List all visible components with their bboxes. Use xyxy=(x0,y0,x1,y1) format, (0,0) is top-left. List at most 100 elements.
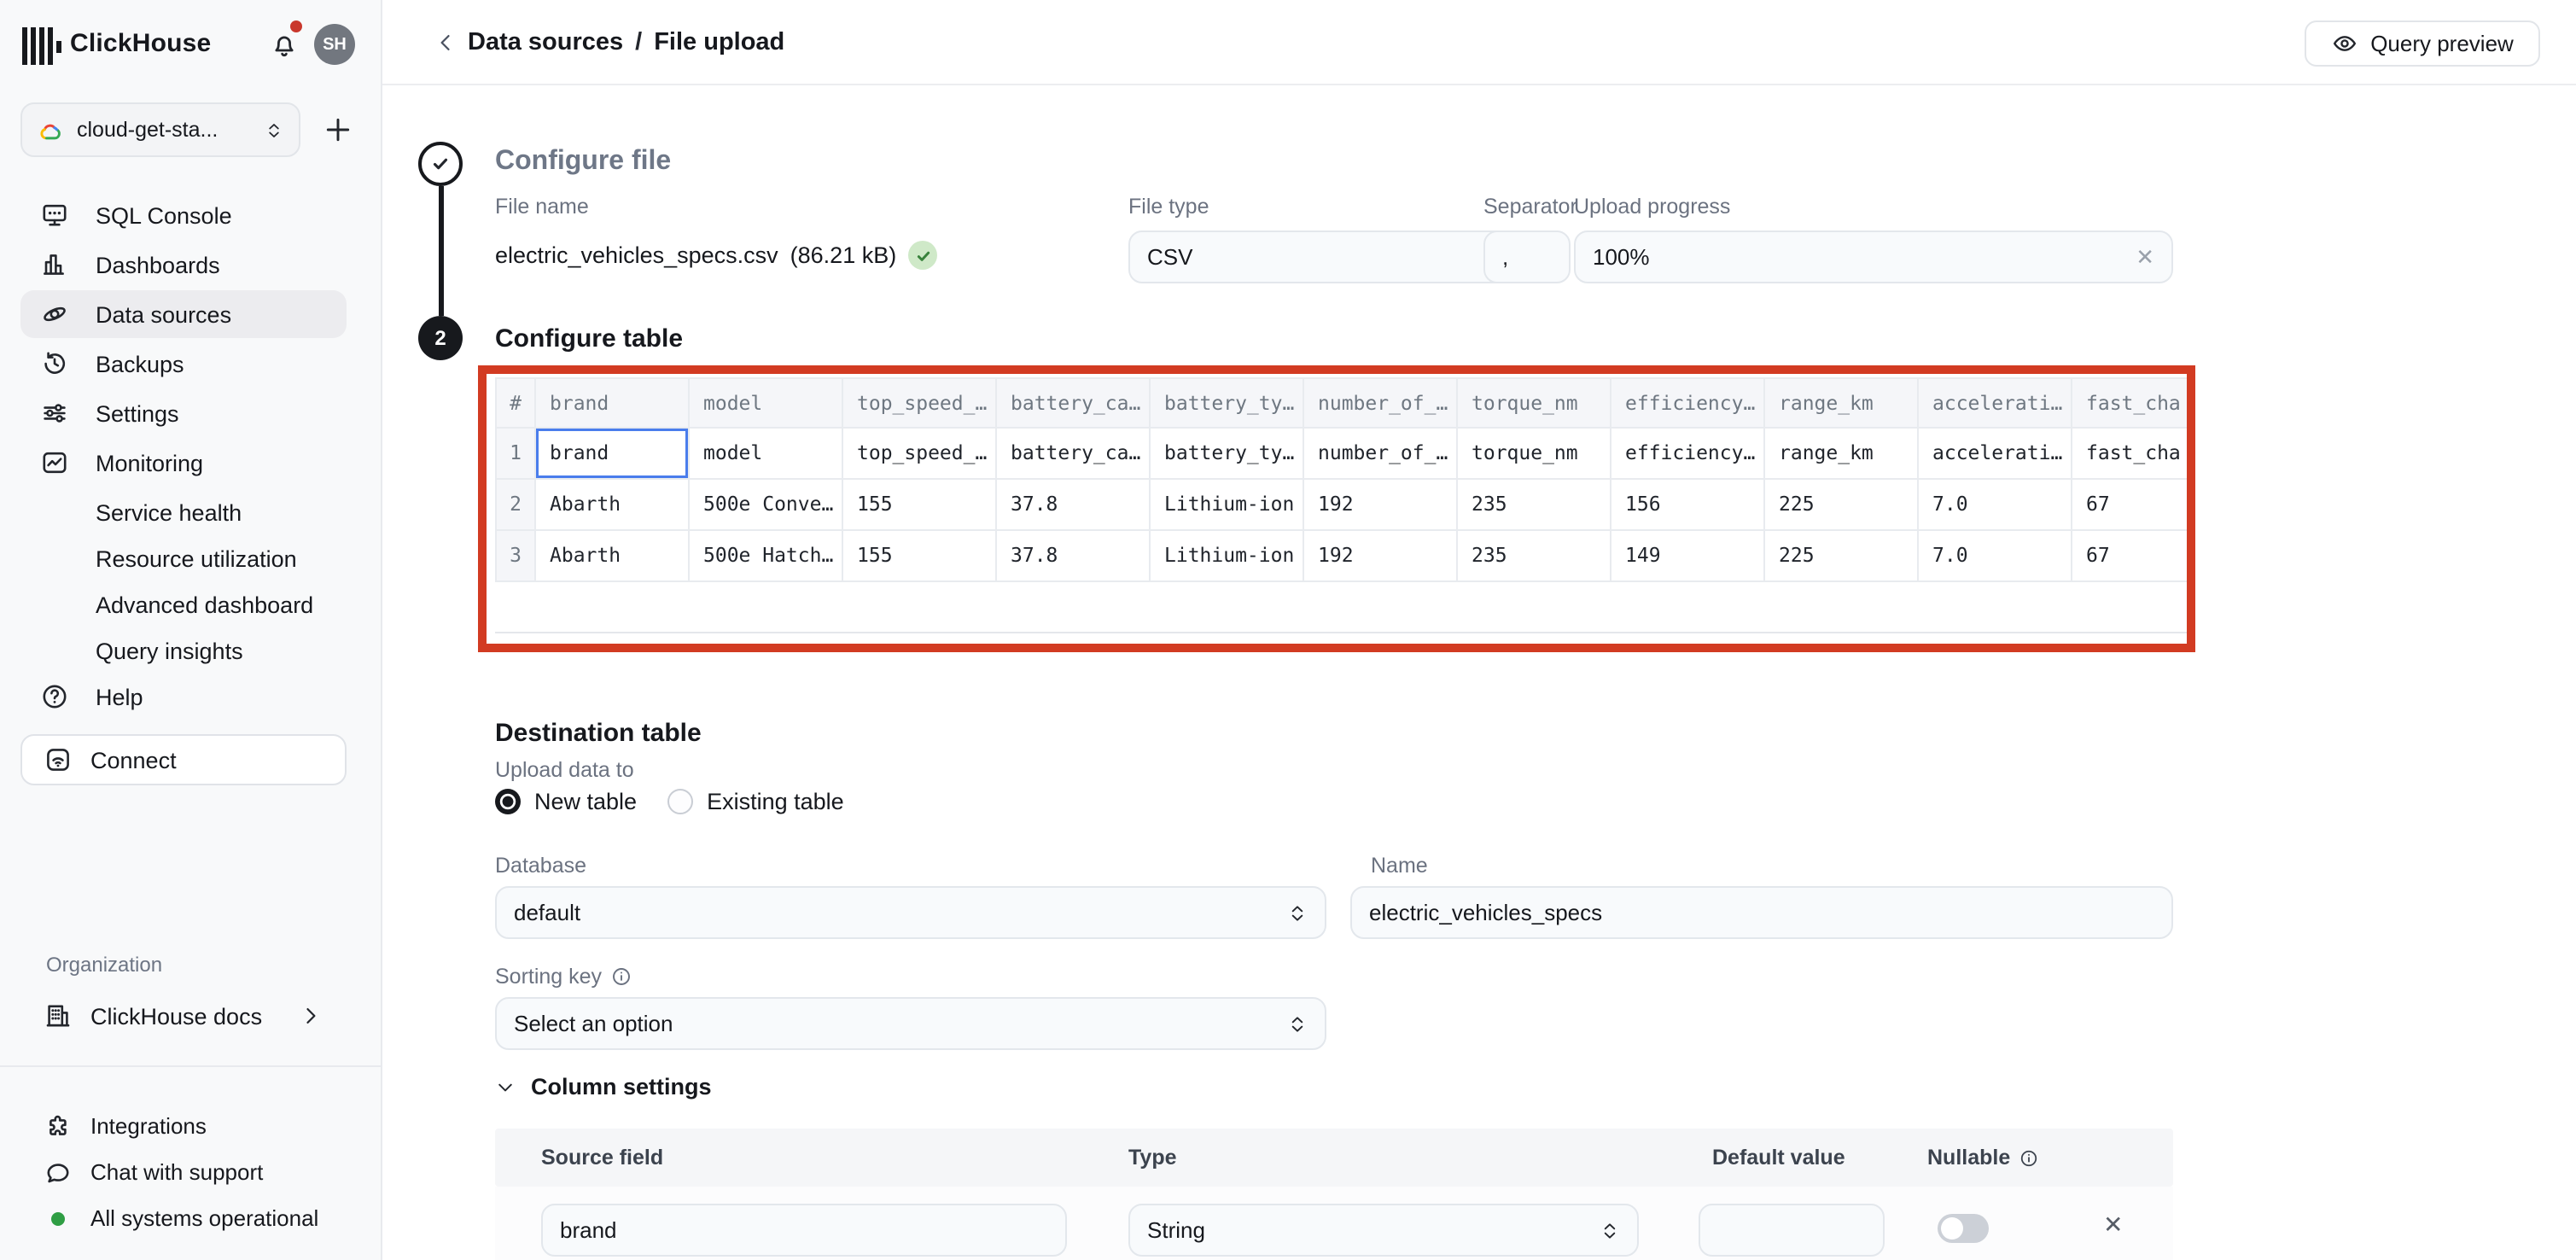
sorting-key-select[interactable]: Select an option xyxy=(495,997,1326,1050)
upload-progress-label: Upload progress xyxy=(1574,195,1730,219)
brand-name: ClickHouse xyxy=(70,29,211,58)
grid-cell[interactable]: 192 xyxy=(1304,531,1458,582)
grid-cell[interactable]: Abarth xyxy=(536,531,690,582)
destination-radio-group: New table Existing table xyxy=(495,789,844,814)
grid-cell[interactable]: 192 xyxy=(1304,480,1458,531)
dismiss-progress-icon[interactable]: ✕ xyxy=(2136,243,2154,271)
sidebar-item-resource-utilization[interactable]: Resource utilization xyxy=(20,534,347,582)
grid-cell[interactable]: fast_cha xyxy=(2072,429,2187,480)
sidebar-item-query-insights[interactable]: Query insights xyxy=(20,627,347,674)
preview-grid: #brandmodeltop_speed_…battery_ca…battery… xyxy=(495,377,2187,582)
default-value-header: Default value xyxy=(1712,1146,1845,1170)
monitoring-icon xyxy=(41,449,68,476)
notification-dot xyxy=(290,20,302,32)
file-type-select[interactable]: CSV xyxy=(1128,230,1543,283)
clickhouse-logo-icon[interactable] xyxy=(22,27,60,65)
grid-cell[interactable]: 155 xyxy=(843,531,997,582)
sidebar-item-settings[interactable]: Settings xyxy=(20,389,347,437)
sidebar-item-advanced-dashboard[interactable]: Advanced dashboard xyxy=(20,580,347,628)
grid-cell[interactable]: range_km xyxy=(1765,429,1919,480)
existing-table-radio[interactable] xyxy=(667,789,693,814)
query-preview-button[interactable]: Query preview xyxy=(2305,20,2540,67)
sidebar-item-sql-console[interactable]: SQL Console xyxy=(20,191,347,239)
back-chevron-icon[interactable] xyxy=(434,31,458,55)
grid-cell[interactable]: Lithium-ion xyxy=(1151,531,1304,582)
grid-header-cell: # xyxy=(495,377,536,429)
sidebar-item-label: Dashboards xyxy=(96,252,220,277)
sidebar-item-service-health[interactable]: Service health xyxy=(20,488,347,536)
grid-cell[interactable]: torque_nm xyxy=(1458,429,1611,480)
grid-cell[interactable]: 225 xyxy=(1765,531,1919,582)
chevron-down-icon xyxy=(495,1076,516,1097)
source-field-input[interactable] xyxy=(543,1205,1065,1255)
connect-icon xyxy=(44,746,72,773)
avatar[interactable]: SH xyxy=(314,24,355,65)
grid-cell[interactable]: 67 xyxy=(2072,531,2187,582)
grid-cell[interactable]: 235 xyxy=(1458,531,1611,582)
grid-cell[interactable]: 235 xyxy=(1458,480,1611,531)
grid-cell[interactable]: 37.8 xyxy=(997,531,1151,582)
nullable-toggle[interactable] xyxy=(1938,1214,1989,1243)
column-settings-header: Source field Type Default value Nullable xyxy=(495,1129,2173,1187)
new-table-radio[interactable] xyxy=(495,789,521,814)
configure-table-title: Configure table xyxy=(495,324,683,353)
grid-cell[interactable]: 500e Hatch… xyxy=(690,531,843,582)
grid-cell[interactable]: Lithium-ion xyxy=(1151,480,1304,531)
sidebar-item-label: Help xyxy=(96,684,143,709)
grid-cell[interactable]: 500e Conve… xyxy=(690,480,843,531)
grid-bottom-border xyxy=(495,632,2187,633)
grid-cell[interactable]: 7.0 xyxy=(1919,480,2072,531)
grid-cell[interactable]: 37.8 xyxy=(997,480,1151,531)
grid-cell[interactable]: Abarth xyxy=(536,480,690,531)
remove-column-icon[interactable]: ✕ xyxy=(2103,1210,2123,1240)
sidebar-item-label: Service health xyxy=(96,499,242,525)
sidebar-item-backups[interactable]: Backups xyxy=(20,340,347,388)
column-settings-toggle[interactable]: Column settings xyxy=(495,1074,712,1100)
grid-cell[interactable]: accelerati… xyxy=(1919,429,2072,480)
grid-cell[interactable]: 156 xyxy=(1611,480,1765,531)
grid-cell[interactable]: top_speed_… xyxy=(843,429,997,480)
grid-header-cell: model xyxy=(690,377,843,429)
grid-cell[interactable]: number_of_… xyxy=(1304,429,1458,480)
grid-cell[interactable]: 7.0 xyxy=(1919,531,2072,582)
step-connector-line xyxy=(438,186,443,316)
grid-cell[interactable]: 155 xyxy=(843,480,997,531)
grid-header-cell: range_km xyxy=(1765,377,1919,429)
grid-cell[interactable]: battery_ty… xyxy=(1151,429,1304,480)
database-select[interactable]: default xyxy=(495,886,1326,939)
grid-cell[interactable]: model xyxy=(690,429,843,480)
sidebar-item-data-sources[interactable]: Data sources xyxy=(20,290,347,338)
grid-cell[interactable]: 67 xyxy=(2072,480,2187,531)
add-service-button[interactable] xyxy=(323,114,353,145)
sidebar-item-chat-support[interactable]: Chat with support xyxy=(20,1149,362,1195)
sorting-key-value: Select an option xyxy=(514,1011,1287,1036)
notifications-bell-icon[interactable] xyxy=(270,31,299,60)
organization-section-label: Organization xyxy=(46,953,162,977)
query-preview-label: Query preview xyxy=(2370,31,2514,56)
breadcrumb-parent[interactable]: Data sources xyxy=(468,29,623,56)
table-name-input[interactable] xyxy=(1352,888,2171,937)
sidebar-item-clickhouse-docs[interactable]: ClickHouse docs xyxy=(20,994,347,1038)
default-value-input[interactable] xyxy=(1700,1205,1883,1255)
grid-header-cell: fast_cha xyxy=(2072,377,2187,429)
grid-cell[interactable]: 225 xyxy=(1765,480,1919,531)
type-select[interactable]: String xyxy=(1128,1204,1639,1257)
nullable-header: Nullable xyxy=(1927,1146,2037,1170)
sidebar-item-system-status[interactable]: All systems operational xyxy=(20,1195,362,1241)
grid-cell[interactable]: 149 xyxy=(1611,531,1765,582)
grid-cell[interactable]: efficiency… xyxy=(1611,429,1765,480)
separator-input[interactable]: , xyxy=(1483,230,1571,283)
file-type-label: File type xyxy=(1128,195,1209,219)
sidebar-item-monitoring[interactable]: Monitoring xyxy=(20,439,347,487)
grid-cell[interactable]: battery_ca… xyxy=(997,429,1151,480)
sidebar-item-dashboards[interactable]: Dashboards xyxy=(20,241,347,289)
console-icon xyxy=(41,201,68,229)
service-selector[interactable]: cloud-get-sta... xyxy=(20,102,300,157)
grid-cell[interactable]: brand xyxy=(536,429,690,480)
grid-data-row: 3Abarth500e Hatch…15537.8Lithium-ion1922… xyxy=(495,531,2187,582)
grid-header-cell: efficiency… xyxy=(1611,377,1765,429)
sidebar-item-integrations[interactable]: Integrations xyxy=(20,1103,362,1149)
sidebar-item-help[interactable]: Help xyxy=(20,673,347,720)
connect-button[interactable]: Connect xyxy=(20,734,347,785)
type-value: String xyxy=(1147,1217,1600,1243)
